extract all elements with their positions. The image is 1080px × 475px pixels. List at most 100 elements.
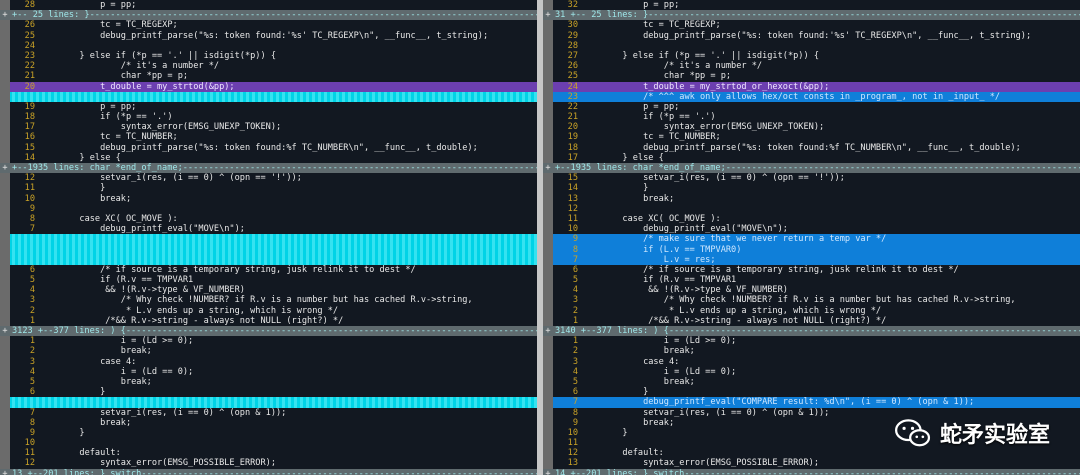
code-text: } else { — [38, 152, 121, 163]
fold-line[interactable]: + +--1935 lines: char *end_of_name;------… — [543, 163, 1080, 174]
code-line[interactable]: 1 i = (Ld >= 0); — [0, 336, 537, 347]
code-line[interactable]: 6 /* if source is a temporary string, ju… — [0, 264, 537, 276]
code-line[interactable]: 10 break; — [0, 193, 537, 204]
code-line[interactable]: 6 } — [543, 387, 1080, 398]
code-line[interactable]: 12 setvar_i(res, (i == 0) ^ (opn == '!')… — [0, 173, 537, 184]
code-line[interactable]: 17 syntax_error(EMSG_UNEXP_TOKEN); — [0, 122, 537, 133]
code-line[interactable]: 28 p = pp; — [0, 0, 537, 11]
code-line[interactable]: 23 /* ^^^ awk only allows hex/oct consts… — [543, 91, 1080, 102]
code-line[interactable]: 11 default: — [0, 448, 537, 459]
code-line[interactable]: 10 — [0, 438, 537, 449]
code-line[interactable]: 1 /*&& R.v->string - always not NULL (ri… — [543, 315, 1080, 326]
code-line[interactable]: 6 /* if source is a temporary string, ju… — [543, 264, 1080, 276]
code-line[interactable]: 6 } — [0, 387, 537, 398]
code-line[interactable]: 22 p = pp; — [543, 101, 1080, 113]
code-line[interactable]: 9 — [0, 203, 537, 214]
code-line[interactable]: 11 case XC( OC_MOVE ): — [543, 213, 1080, 225]
fold-line[interactable]: +3140 +--377 lines: ) {-----------------… — [543, 326, 1080, 337]
diff-filler-line[interactable] — [0, 254, 537, 265]
code-line[interactable]: 13 syntax_error(EMSG_POSSIBLE_ERROR); — [543, 458, 1080, 469]
fold-line[interactable]: +3123 +--377 lines: ) {-----------------… — [0, 326, 537, 337]
diff-pane-left[interactable]: 28 p = pp; + +-- 25 lines: }--------------… — [0, 0, 537, 475]
code-line[interactable]: 7 debug_printf_eval("MOVE\n"); — [0, 224, 537, 235]
diff-filler-line[interactable] — [0, 234, 537, 245]
code-line[interactable]: 12 default: — [543, 448, 1080, 459]
code-line[interactable]: 1 i = (Ld >= 0); — [543, 336, 1080, 347]
code-line[interactable]: 3 case 4: — [0, 356, 537, 367]
code-line[interactable]: 17 } else { — [543, 152, 1080, 163]
code-line[interactable]: 27 } else if (*p == '.' || isdigit(*p)) … — [543, 50, 1080, 62]
code-text: if (L.v == TMPVAR0) — [581, 244, 742, 255]
code-line[interactable]: 1 /*&& R.v->string - always not NULL (ri… — [0, 315, 537, 326]
diff-filler-line[interactable] — [0, 91, 537, 102]
code-line[interactable]: 26 tc = TC_REGEXP; — [0, 20, 537, 31]
code-line[interactable]: 3 case 4: — [543, 356, 1080, 367]
code-text: t_double = my_strtod_or_hexoct(&pp); — [581, 81, 830, 92]
code-line[interactable]: 4 && !(R.v->type & VF_NUMBER) — [0, 285, 537, 296]
code-line[interactable]: 14 } else { — [0, 152, 537, 163]
code-line[interactable]: 24 — [0, 40, 537, 51]
code-line[interactable]: 22 /* it's a number */ — [0, 61, 537, 72]
code-line[interactable]: 25 char *pp = p; — [543, 71, 1080, 82]
code-line[interactable]: 18 debug_printf_parse("%s: token found:%… — [543, 142, 1080, 153]
line-number: 5 — [29, 275, 35, 286]
fold-column — [543, 20, 553, 31]
code-line[interactable]: 9 } — [0, 427, 537, 439]
diff-filler-line[interactable] — [0, 397, 537, 408]
code-line[interactable]: 15 setvar_i(res, (i == 0) ^ (opn == '!')… — [543, 173, 1080, 184]
fold-column — [0, 285, 10, 296]
fold-line[interactable]: +31 +-- 25 lines: }---------------------… — [543, 10, 1080, 21]
fold-line[interactable]: +13 +--201 lines: } switch--------------… — [0, 468, 537, 475]
code-line[interactable]: 14 } — [543, 183, 1080, 194]
code-line[interactable]: 7 setvar_i(res, (i == 0) ^ (opn & 1)); — [0, 407, 537, 418]
code-line[interactable]: 2 break; — [0, 346, 537, 357]
fold-line[interactable]: + +-- 25 lines: }------------------------… — [0, 10, 537, 21]
code-line[interactable]: 8 break; — [0, 417, 537, 428]
code-text: debug_printf_eval("MOVE\n"); — [581, 224, 788, 235]
code-line[interactable]: 16 tc = TC_NUMBER; — [0, 132, 537, 143]
code-line[interactable]: 8 case XC( OC_MOVE ): — [0, 213, 537, 225]
code-line[interactable]: 5 if (R.v == TMPVAR1 — [543, 275, 1080, 286]
code-line[interactable]: 4 && !(R.v->type & VF_NUMBER) — [543, 285, 1080, 296]
code-line[interactable]: 19 tc = TC_NUMBER; — [543, 132, 1080, 143]
code-line[interactable]: 28 — [543, 40, 1080, 51]
code-line[interactable]: 20 syntax_error(EMSG_UNEXP_TOKEN); — [543, 122, 1080, 133]
code-line[interactable]: 11 } — [0, 183, 537, 194]
code-line[interactable]: 4 i = (Ld == 0); — [543, 366, 1080, 377]
fold-line[interactable]: +14 +--201 lines: } switch--------------… — [543, 468, 1080, 475]
code-line[interactable]: 24 t_double = my_strtod_or_hexoct(&pp); — [543, 81, 1080, 92]
code-line[interactable]: 21 if (*p == '.') — [543, 112, 1080, 123]
code-line[interactable]: 29 debug_printf_parse("%s: token found:'… — [543, 30, 1080, 41]
code-line[interactable]: 2 break; — [543, 346, 1080, 357]
code-line[interactable]: 19 p = pp; — [0, 101, 537, 113]
code-line[interactable]: 32 p = pp; — [543, 0, 1080, 11]
code-line[interactable]: 12 syntax_error(EMSG_POSSIBLE_ERROR); — [0, 458, 537, 469]
code-line[interactable]: 12 — [543, 203, 1080, 214]
code-line[interactable]: 2 * L.v ends up a string, which is wrong… — [0, 305, 537, 316]
code-line[interactable]: 21 char *pp = p; — [0, 71, 537, 82]
code-line[interactable]: 5 break; — [0, 376, 537, 388]
code-line[interactable]: 18 if (*p == '.') — [0, 112, 537, 123]
code-line[interactable]: 23 } else if (*p == '.' || isdigit(*p)) … — [0, 50, 537, 62]
code-line[interactable]: 3 /* Why check !NUMBER? if R.v is a numb… — [0, 295, 537, 306]
code-line[interactable]: 5 if (R.v == TMPVAR1 — [0, 275, 537, 286]
code-line[interactable]: 9 /* make sure that we never return a te… — [543, 234, 1080, 245]
code-line[interactable]: 3 /* Why check !NUMBER? if R.v is a numb… — [543, 295, 1080, 306]
diff-pane-right[interactable]: 32 p = pp; +31 +-- 25 lines: }-----------… — [543, 0, 1080, 475]
code-line[interactable]: 10 debug_printf_eval("MOVE\n"); — [543, 224, 1080, 235]
code-line[interactable]: 20 t_double = my_strtod(&pp); — [0, 81, 537, 92]
code-line[interactable]: 30 tc = TC_REGEXP; — [543, 20, 1080, 31]
code-line[interactable]: 13 break; — [543, 193, 1080, 204]
code-line[interactable]: 8 if (L.v == TMPVAR0) — [543, 244, 1080, 255]
code-line[interactable]: 7 L.v = res; — [543, 254, 1080, 265]
code-line[interactable]: 7 debug_printf_eval("COMPARE result: %d\… — [543, 397, 1080, 408]
code-line[interactable]: 5 break; — [543, 376, 1080, 388]
fold-line[interactable]: + +--1935 lines: char *end_of_name;------… — [0, 163, 537, 174]
code-line[interactable]: 2 * L.v ends up a string, which is wrong… — [543, 305, 1080, 316]
fold-column — [0, 346, 10, 357]
code-line[interactable]: 15 debug_printf_parse("%s: token found:%… — [0, 142, 537, 153]
code-line[interactable]: 4 i = (Ld == 0); — [0, 366, 537, 377]
code-line[interactable]: 26 /* it's a number */ — [543, 61, 1080, 72]
diff-filler-line[interactable] — [0, 244, 537, 255]
code-line[interactable]: 25 debug_printf_parse("%s: token found:'… — [0, 30, 537, 41]
